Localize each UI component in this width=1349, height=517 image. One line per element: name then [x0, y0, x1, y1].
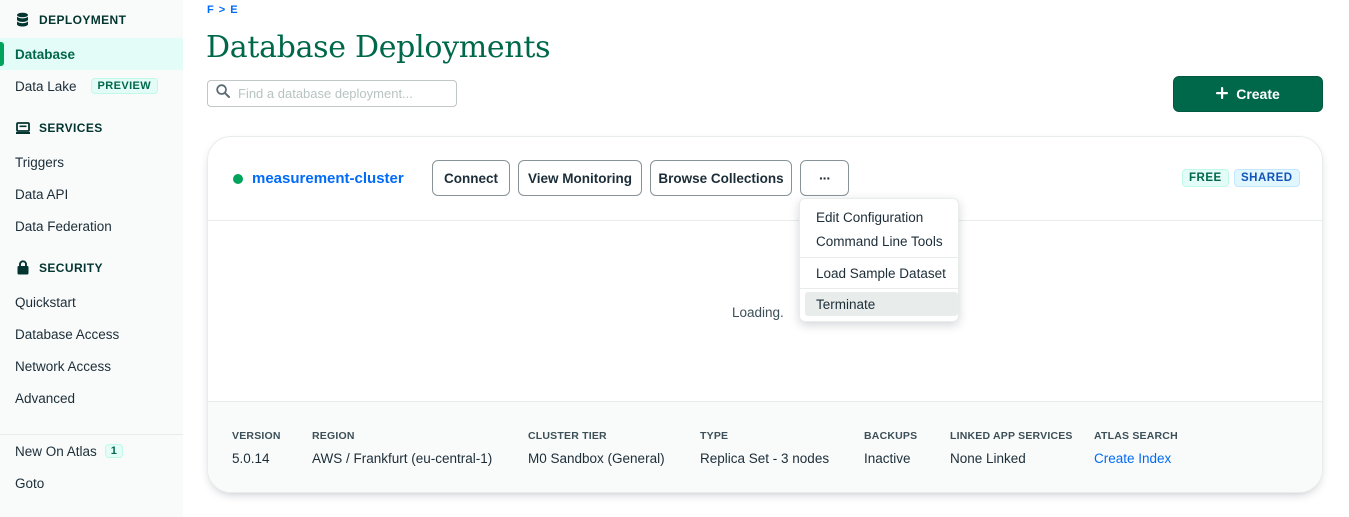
sidebar-item-goto[interactable]: Goto: [0, 467, 183, 499]
sidebar-item-database[interactable]: Database: [0, 38, 183, 70]
cluster-card: measurement-cluster Connect View Monitor…: [207, 136, 1323, 493]
sidebar-item-advanced[interactable]: Advanced: [0, 382, 183, 414]
linked-app-services-value: None Linked: [950, 451, 1026, 466]
sidebar-item-label: Goto: [15, 475, 45, 491]
connect-button[interactable]: Connect: [432, 160, 510, 196]
sidebar-item-label: Data API: [15, 186, 69, 202]
card-divider: [208, 220, 1322, 221]
sidebar-item-database-access[interactable]: Database Access: [0, 318, 183, 350]
menu-divider: [800, 288, 958, 289]
sidebar-item-label: Advanced: [15, 390, 76, 406]
sidebar-item-quickstart[interactable]: Quickstart: [0, 286, 183, 318]
browse-collections-button[interactable]: Browse Collections: [650, 160, 792, 196]
sidebar-item-data-federation[interactable]: Data Federation: [0, 210, 183, 242]
preview-badge: PREVIEW: [90, 78, 159, 94]
cluster-tier-label: CLUSTER TIER: [528, 430, 607, 442]
backups-field: BACKUPS Inactive: [864, 430, 917, 466]
backups-value: Inactive: [864, 451, 911, 466]
type-value: Replica Set - 3 nodes: [700, 451, 830, 466]
more-options-button[interactable]: ···: [800, 160, 849, 196]
menu-item-edit-configuration[interactable]: Edit Configuration: [805, 205, 958, 229]
sidebar-item-label: Database: [15, 46, 76, 62]
sidebar-item-label: Data Lake: [15, 78, 77, 94]
sidebar-item-label: Quickstart: [15, 294, 76, 310]
shared-badge: SHARED: [1234, 169, 1300, 187]
sidebar-item-label: Network Access: [15, 358, 112, 374]
sidebar-item-triggers[interactable]: Triggers: [0, 146, 183, 178]
database-icon: [15, 12, 30, 27]
sidebar-item-network-access[interactable]: Network Access: [0, 350, 183, 382]
view-monitoring-button[interactable]: View Monitoring: [518, 160, 642, 196]
plus-icon: [1216, 86, 1229, 102]
loading-text: Loading.: [732, 305, 784, 320]
cluster-tier-value: M0 Sandbox (General): [528, 451, 665, 466]
search-box[interactable]: [207, 80, 457, 107]
menu-item-load-sample-dataset[interactable]: Load Sample Dataset: [805, 261, 958, 285]
sidebar-item-label: Triggers: [15, 154, 65, 170]
search-input[interactable]: [238, 86, 448, 101]
free-badge: FREE: [1182, 169, 1229, 187]
sidebar-item-new-on-atlas[interactable]: New On Atlas 1: [0, 435, 183, 467]
linked-app-services-label: LINKED APP SERVICES: [950, 430, 1073, 442]
create-button-label: Create: [1236, 86, 1280, 102]
region-label: REGION: [312, 430, 355, 442]
page-title: Database Deployments: [206, 30, 551, 65]
menu-divider: [800, 257, 958, 258]
more-options-menu: Edit Configuration Command Line Tools Lo…: [799, 198, 959, 322]
type-field: TYPE Replica Set - 3 nodes: [700, 430, 829, 466]
sidebar-item-label: Database Access: [15, 326, 120, 342]
menu-item-command-line-tools[interactable]: Command Line Tools: [805, 229, 958, 253]
sidebar-header-label: SECURITY: [39, 260, 103, 275]
breadcrumb[interactable]: F > E: [207, 4, 239, 16]
sidebar-header-deployment: DEPLOYMENT: [15, 12, 126, 27]
new-count-badge: 1: [104, 444, 123, 458]
atlas-search-field: ATLAS SEARCH Create Index: [1094, 430, 1178, 466]
sidebar-header-security: SECURITY: [15, 260, 103, 275]
status-dot-icon: [233, 174, 243, 184]
sidebar-item-label: Data Federation: [15, 218, 112, 234]
search-icon: [216, 84, 230, 103]
atlas-search-label: ATLAS SEARCH: [1094, 430, 1178, 442]
create-button[interactable]: Create: [1173, 76, 1323, 112]
sidebar-header-services: SERVICES: [15, 120, 103, 135]
backups-label: BACKUPS: [864, 430, 918, 442]
type-label: TYPE: [700, 430, 729, 442]
region-field: REGION AWS / Frankfurt (eu-central-1): [312, 430, 492, 466]
version-label: VERSION: [232, 430, 281, 442]
sidebar: DEPLOYMENT Database Data Lake PREVIEW SE…: [0, 0, 183, 517]
cluster-metadata: VERSION 5.0.14 REGION AWS / Frankfurt (e…: [208, 401, 1322, 492]
services-icon: [15, 120, 30, 135]
cluster-tier-field: CLUSTER TIER M0 Sandbox (General): [528, 430, 665, 466]
sidebar-item-data-api[interactable]: Data API: [0, 178, 183, 210]
sidebar-header-label: DEPLOYMENT: [39, 12, 127, 27]
sidebar-item-label: New On Atlas: [15, 443, 97, 459]
cluster-name-link[interactable]: measurement-cluster: [252, 170, 404, 187]
version-field: VERSION 5.0.14: [232, 430, 281, 466]
sidebar-item-data-lake[interactable]: Data Lake PREVIEW: [0, 70, 183, 102]
version-value: 5.0.14: [232, 451, 270, 466]
sidebar-header-label: SERVICES: [39, 120, 103, 135]
region-value: AWS / Frankfurt (eu-central-1): [312, 451, 493, 466]
lock-icon: [15, 260, 30, 275]
menu-item-terminate[interactable]: Terminate: [805, 292, 958, 316]
linked-app-services-field: LINKED APP SERVICES None Linked: [950, 430, 1073, 466]
create-index-link[interactable]: Create Index: [1094, 451, 1178, 466]
